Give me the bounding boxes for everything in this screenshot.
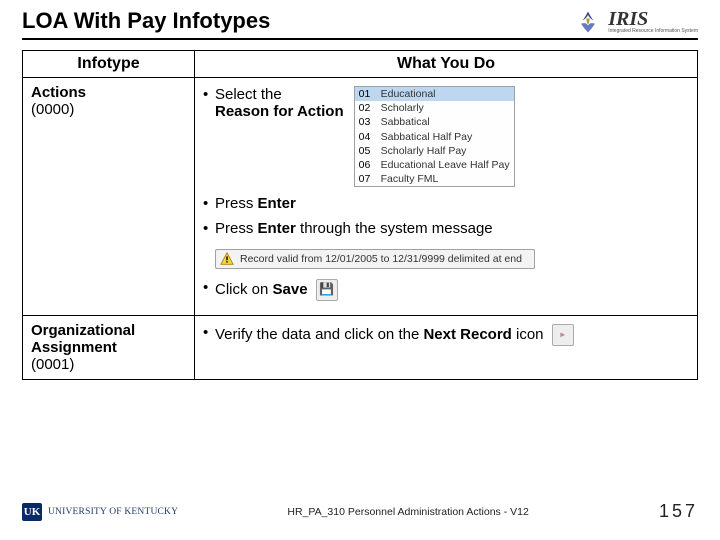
select-prefix: Select the	[215, 86, 282, 103]
infotype-name: Organizational Assignment	[31, 322, 135, 356]
th-what-you-do: What You Do	[195, 51, 698, 78]
uk-logo: UK UNIVERSITY OF KENTUCKY	[22, 503, 178, 521]
system-message-box: Record valid from 12/01/2005 to 12/31/99…	[215, 249, 535, 269]
footer-bar: UK UNIVERSITY OF KENTUCKY HR_PA_310 Pers…	[22, 501, 698, 522]
what-you-do-cell: Select the Reason for Action 01Education…	[195, 78, 698, 316]
save-icon: 💾	[316, 279, 338, 301]
press-enter-2-pre: Press	[215, 220, 258, 237]
press-enter-1-bold: Enter	[258, 195, 296, 212]
dropdown-row: 02Scholarly	[355, 101, 514, 115]
warning-icon	[220, 252, 234, 266]
press-enter-2-bold: Enter	[258, 220, 296, 237]
reason-dropdown: 01Educational 02Scholarly 03Sabbatical 0…	[354, 86, 515, 187]
verify-bold: Next Record	[423, 326, 511, 343]
press-enter-2-post: through the system message	[296, 220, 493, 237]
iris-flower-icon	[574, 8, 602, 36]
next-record-icon: ▸	[552, 324, 574, 346]
title-underline	[22, 38, 698, 40]
verify-post: icon	[512, 326, 544, 343]
infotype-cell: Organizational Assignment (0001)	[23, 316, 195, 380]
select-bold: Reason for Action	[215, 103, 344, 120]
dropdown-row: 04Sabbatical Half Pay	[355, 130, 514, 144]
table-row: Organizational Assignment (0001) Verify …	[23, 316, 698, 380]
slide-container: LOA With Pay Infotypes IRIS Integrated R…	[0, 0, 720, 540]
page-number: 157	[638, 501, 698, 522]
system-message-text: Record valid from 12/01/2005 to 12/31/99…	[240, 253, 522, 265]
infotype-number: (0000)	[31, 101, 74, 118]
press-enter-1-pre: Press	[215, 195, 258, 212]
click-save-pre: Click on	[215, 281, 273, 298]
uk-mark-icon: UK	[22, 503, 42, 521]
table-row: Actions (0000) Select the Reason for Act…	[23, 78, 698, 316]
infotype-number: (0001)	[31, 356, 74, 373]
dropdown-row: 06Educational Leave Half Pay	[355, 158, 514, 172]
dropdown-row: 05Scholarly Half Pay	[355, 144, 514, 158]
infotype-name: Actions	[31, 84, 86, 101]
infotype-table: Infotype What You Do Actions (0000) Sele…	[22, 50, 698, 380]
what-you-do-cell: Verify the data and click on the Next Re…	[195, 316, 698, 380]
verify-pre: Verify the data and click on the	[215, 326, 423, 343]
iris-logo: IRIS Integrated Resource Information Sys…	[574, 8, 698, 36]
dropdown-row: 03Sabbatical	[355, 115, 514, 129]
dropdown-row: 07Faculty FML	[355, 172, 514, 186]
iris-logo-text: IRIS	[608, 10, 698, 28]
th-infotype: Infotype	[23, 51, 195, 78]
infotype-cell: Actions (0000)	[23, 78, 195, 316]
footer-mid-text: HR_PA_310 Personnel Administration Actio…	[178, 506, 638, 518]
iris-logo-subtitle: Integrated Resource Information System	[608, 28, 698, 34]
uk-logo-text: UNIVERSITY OF KENTUCKY	[48, 507, 178, 517]
page-title: LOA With Pay Infotypes	[22, 8, 270, 36]
title-row: LOA With Pay Infotypes IRIS Integrated R…	[22, 8, 698, 36]
dropdown-row: 01Educational	[355, 87, 514, 101]
click-save-bold: Save	[273, 281, 308, 298]
